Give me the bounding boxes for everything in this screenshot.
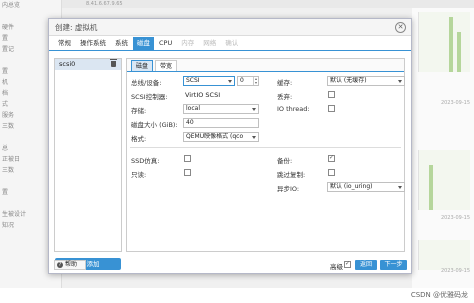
tab-5: 内存	[181, 38, 195, 47]
backup-label: 备份:	[277, 157, 293, 165]
background-sidebar-row: 内总览	[2, 2, 21, 9]
subtab-bandwidth[interactable]: 带宽	[155, 60, 178, 71]
disk-list: scsi0	[54, 58, 122, 252]
next-button[interactable]: 下一步	[380, 260, 407, 270]
background-graph	[418, 150, 470, 210]
tab-3[interactable]: 磁盘	[133, 36, 154, 50]
bus-select[interactable]: SCSI	[183, 76, 235, 86]
format-label: 格式:	[131, 135, 147, 143]
section-divider	[130, 147, 401, 148]
tab-7: 确认	[225, 38, 239, 47]
bus-value: SCSI	[186, 77, 200, 84]
create-vm-dialog: 创建: 虚拟机 ✕ 常规操作系统系统磁盘CPU内存网络确认 scsi0 +添加 …	[48, 18, 412, 274]
chevron-down-icon	[250, 105, 258, 113]
controller-label: SCSI控制器:	[131, 93, 168, 101]
controller-value: VirtIO SCSI	[185, 91, 221, 99]
spinner-icon[interactable]	[253, 77, 258, 85]
disk-form: 磁盘 带宽 总线/设备: SCSI 0 SCSI控制器: VirtIO SCSI…	[126, 58, 405, 252]
background-timestamp: 2023-09-15	[440, 215, 470, 221]
chevron-down-icon	[226, 77, 234, 85]
tab-2[interactable]: 系统	[111, 37, 132, 50]
background-topbar: 8.41.6.67.9.65	[62, 0, 474, 8]
format-value: QEMU映像格式 (qco	[186, 133, 244, 140]
dialog-content: scsi0 +添加 磁盘 带宽 总线/设备: SCSI 0 SCSI控制器:	[52, 56, 408, 270]
cache-value: 默认 (无缓存)	[330, 77, 367, 84]
dialog-titlebar: 创建: 虚拟机 ✕	[49, 19, 411, 36]
storage-select[interactable]: local	[183, 104, 259, 114]
disk-label: scsi0	[59, 60, 76, 68]
iothread-checkbox[interactable]	[328, 105, 335, 112]
disk-size-label: 磁盘大小 (GiB):	[131, 121, 178, 129]
dialog-title: 创建: 虚拟机	[55, 22, 98, 32]
background-footer	[0, 288, 474, 303]
close-icon[interactable]: ✕	[395, 22, 406, 33]
discard-label: 丢弃:	[277, 93, 293, 101]
disk-subtabs: 磁盘 带宽	[127, 59, 404, 72]
async-io-label: 异步IO:	[277, 185, 300, 193]
iothread-label: IO thread:	[277, 105, 310, 113]
cache-select[interactable]: 默认 (无缓存)	[327, 76, 405, 86]
help-button[interactable]: ? 帮助	[54, 260, 86, 270]
back-button[interactable]: 返回	[355, 260, 377, 270]
chevron-down-icon	[396, 77, 404, 85]
storage-value: local	[186, 105, 200, 112]
background-graph	[418, 240, 470, 270]
watermark: CSDN @优雅码龙	[410, 291, 468, 299]
disk-list-item-scsi0[interactable]: scsi0	[55, 59, 121, 70]
chevron-down-icon	[250, 133, 258, 141]
background-graph	[418, 12, 470, 72]
wizard-tabs: 常规 操作系统 系统 磁盘 CPU 内存 网络 确认	[49, 36, 411, 51]
tab-1[interactable]: 操作系统	[76, 37, 110, 50]
bus-label: 总线/设备:	[131, 79, 162, 87]
background-timestamp: 2023-09-15	[440, 268, 470, 274]
skip-replication-checkbox[interactable]	[328, 169, 335, 176]
discard-checkbox[interactable]	[328, 91, 335, 98]
tab-6: 网络	[203, 38, 217, 47]
dialog-footer: ?帮助 高级 返回 下一步	[49, 257, 411, 273]
skip-replication-label: 跳过复制:	[277, 171, 306, 179]
help-label: 帮助	[65, 261, 78, 268]
storage-label: 存储:	[131, 107, 147, 115]
trash-icon[interactable]	[110, 59, 117, 67]
backup-checkbox[interactable]	[328, 154, 335, 162]
device-index-stepper[interactable]: 0	[237, 76, 259, 86]
async-io-value: 默认 (io_uring)	[330, 183, 373, 190]
tab-0[interactable]: 常规	[54, 37, 75, 50]
ssd-label: SSD仿真:	[131, 157, 160, 165]
subtab-disk[interactable]: 磁盘	[131, 60, 154, 71]
readonly-label: 只读:	[131, 171, 147, 179]
tab-4[interactable]: CPU	[155, 37, 176, 50]
chevron-down-icon	[396, 183, 404, 191]
cache-label: 缓存:	[277, 79, 293, 87]
background-timestamp: 2023-09-15	[440, 100, 470, 106]
format-select[interactable]: QEMU映像格式 (qco	[183, 132, 259, 142]
advanced-checkbox[interactable]	[344, 260, 351, 268]
readonly-checkbox[interactable]	[184, 169, 191, 176]
disk-size-value: 40	[186, 119, 194, 126]
device-index-value: 0	[240, 77, 244, 84]
disk-size-field[interactable]: 40	[183, 118, 259, 128]
help-icon: ?	[57, 262, 63, 268]
async-io-select[interactable]: 默认 (io_uring)	[327, 182, 405, 192]
ssd-checkbox[interactable]	[184, 155, 191, 162]
advanced-label: 高级	[330, 263, 343, 271]
